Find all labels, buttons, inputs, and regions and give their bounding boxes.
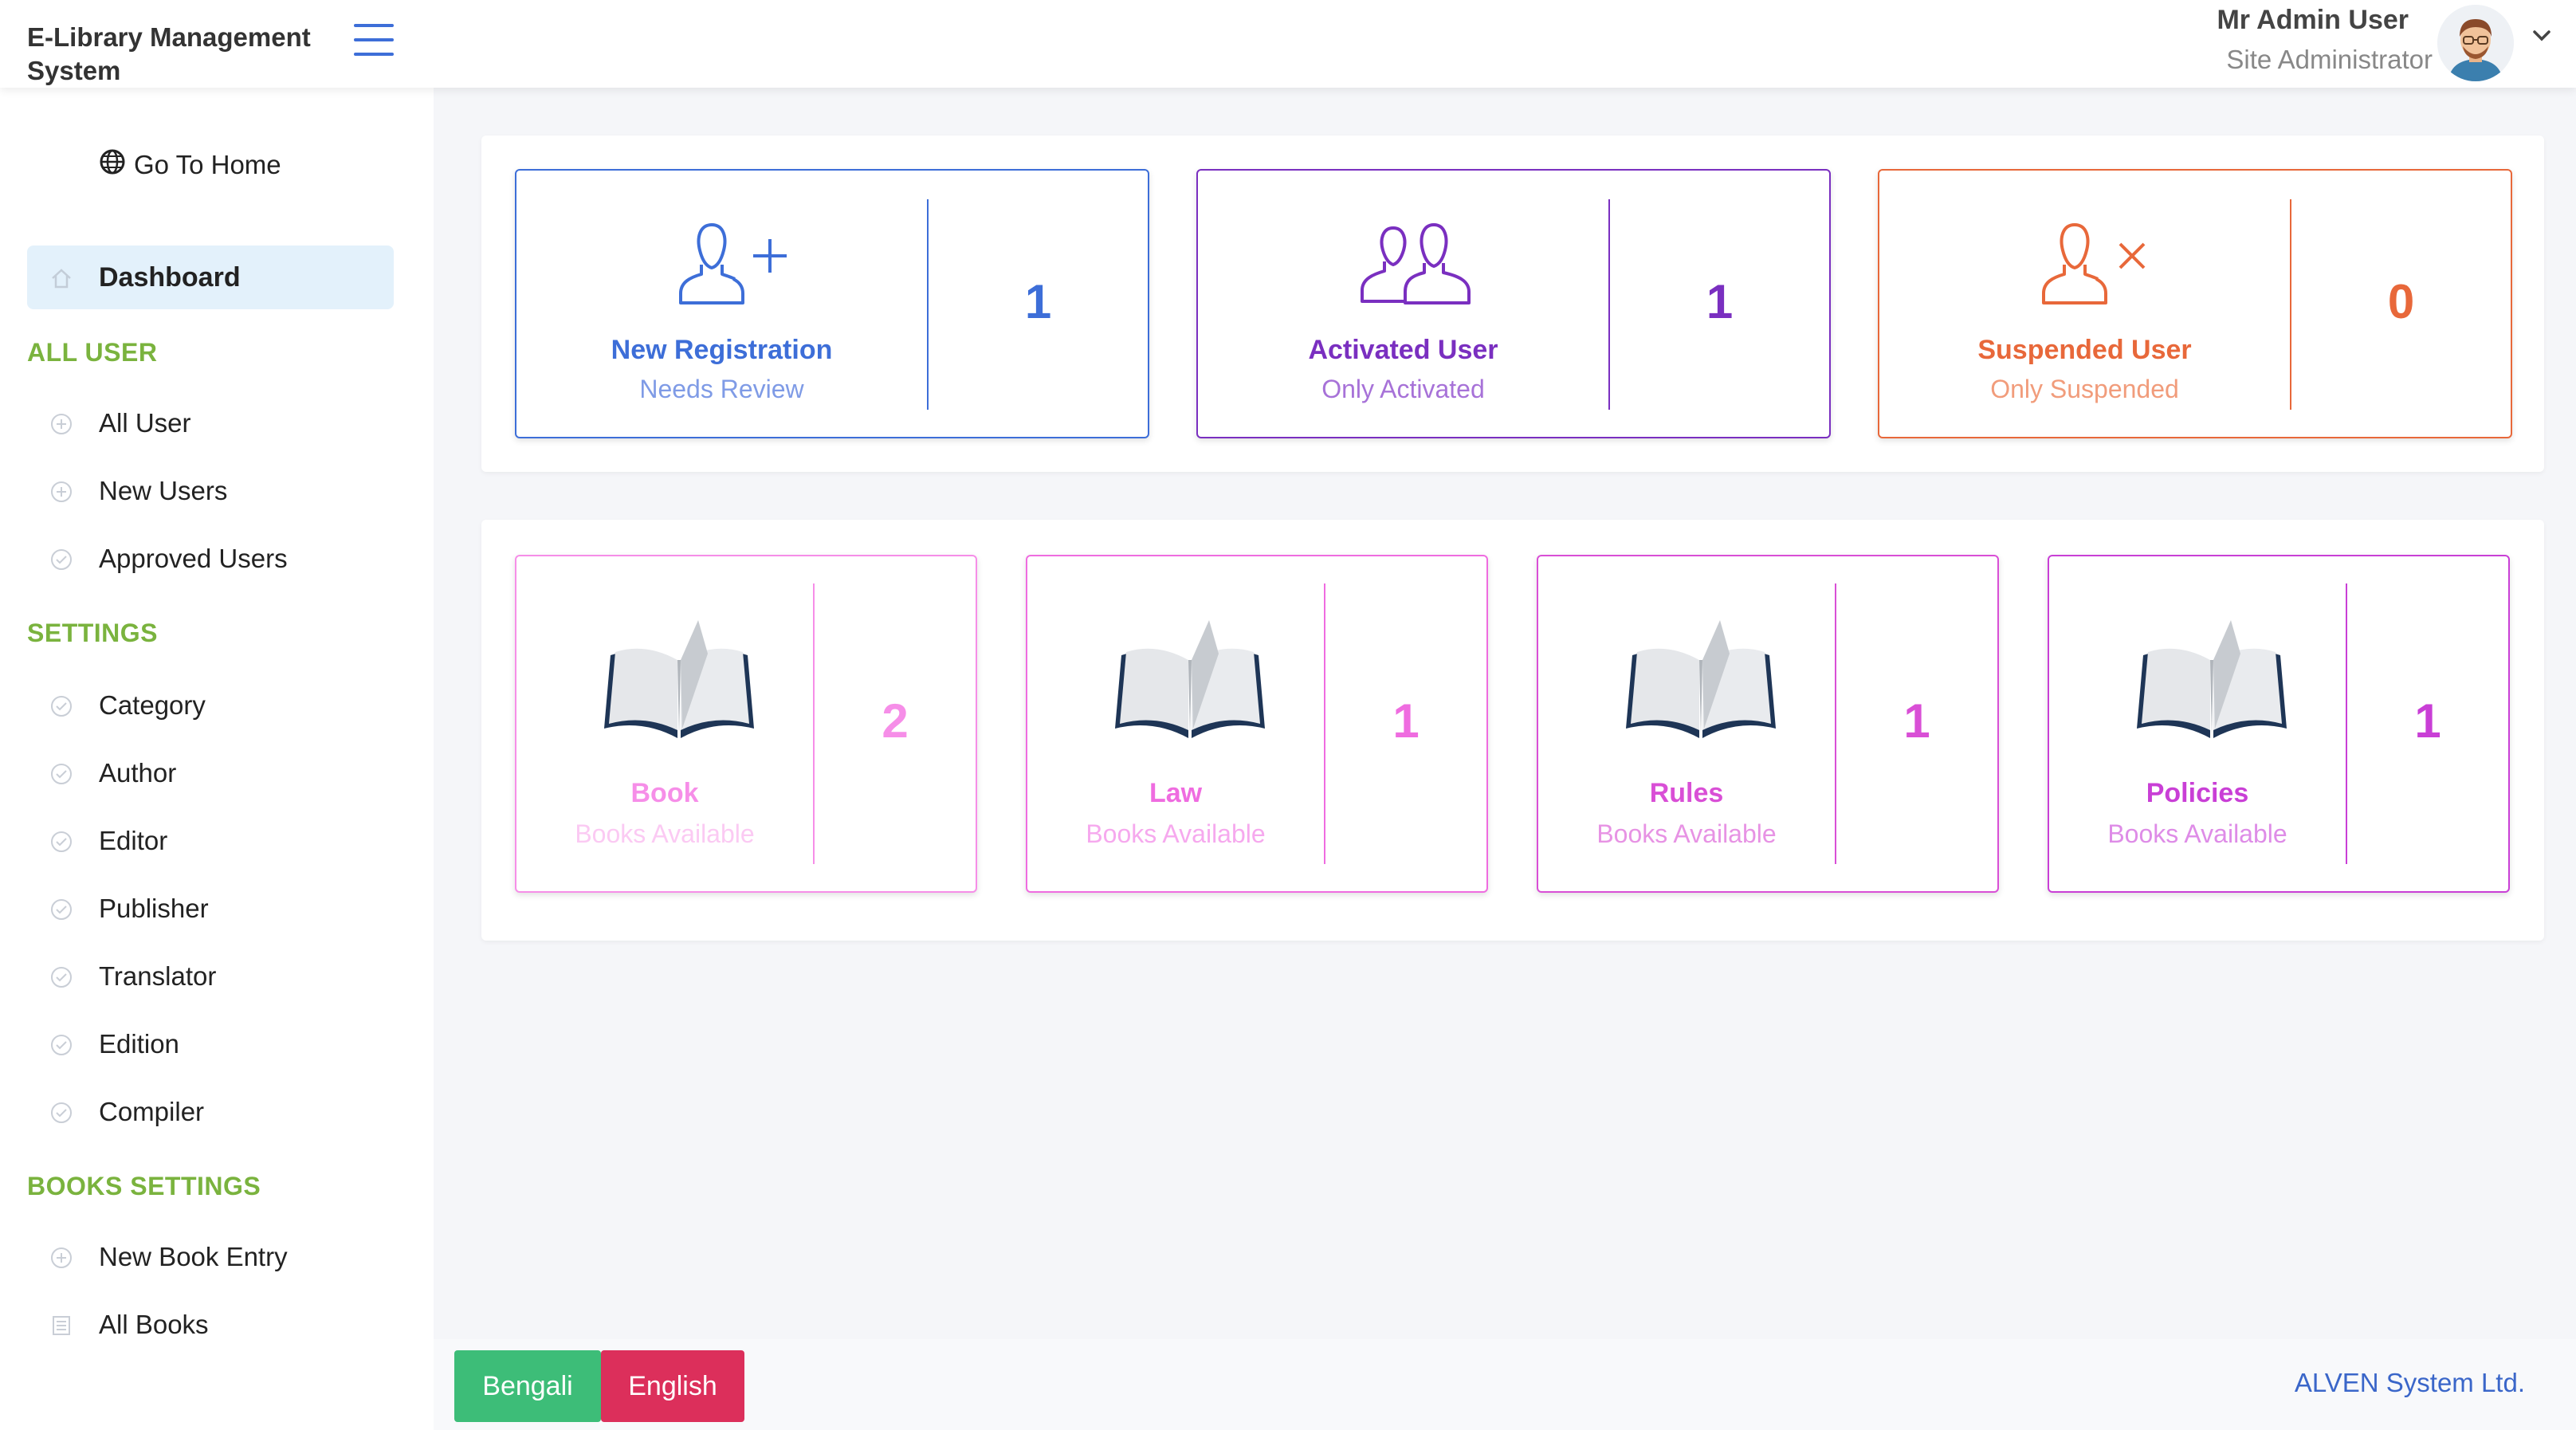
app-title: E-Library Management System <box>27 22 311 85</box>
sidebar-item-dashboard[interactable]: Dashboard <box>27 246 394 309</box>
plus-circle-icon <box>49 480 73 504</box>
suspended-user-subtitle: Only Suspended <box>1990 375 2179 403</box>
globe-icon <box>99 148 126 182</box>
list-icon <box>49 1314 73 1338</box>
check-circle-icon <box>49 898 73 921</box>
sidebar-item-label: All User <box>99 408 191 438</box>
sidebar-item-publisher[interactable]: Publisher <box>27 886 394 933</box>
suspended-user-count: 0 <box>2387 275 2415 328</box>
new-registration-title: New Registration <box>611 335 833 365</box>
sidebar-item-label: New Users <box>99 476 228 505</box>
new-registration-subtitle: Needs Review <box>639 375 804 403</box>
new-registration-count: 1 <box>1024 275 1052 328</box>
activated-user-title: Activated User <box>1308 335 1498 365</box>
book-count: 2 <box>882 694 909 748</box>
plus-circle-icon <box>49 412 73 436</box>
book-title: Book <box>630 778 699 808</box>
section-title-books-settings: BOOKS SETTINGS <box>27 1172 261 1200</box>
sidebar-item-label: Publisher <box>99 894 209 923</box>
open-book-icon <box>1110 617 1270 748</box>
sidebar-item-label: Translator <box>99 961 217 991</box>
book-subtitle: Books Available <box>575 819 755 848</box>
sidebar-item-new-book-entry[interactable]: New Book Entry <box>27 1234 394 1282</box>
open-book-icon <box>599 617 759 748</box>
sidebar-item-author[interactable]: Author <box>27 750 394 798</box>
user-stats-panel: 1 New Registration Needs Review 1 Activa… <box>481 136 2544 472</box>
sidebar: Go To Home Dashboard ALL USER All User N… <box>0 88 434 1430</box>
sidebar-item-label: Author <box>99 758 177 788</box>
sidebar-item-all-user[interactable]: All User <box>27 400 394 448</box>
sidebar-item-category[interactable]: Category <box>27 682 394 730</box>
footer-copyright: ALVEN System Ltd. <box>2294 1368 2525 1397</box>
suspended-user-title: Suspended User <box>1977 335 2192 365</box>
go-to-home-link[interactable]: Go To Home <box>99 148 281 182</box>
avatar[interactable] <box>2437 5 2514 81</box>
top-header: E-Library Management System Mr Admin Use… <box>0 0 2576 88</box>
bengali-button[interactable]: Bengali <box>454 1350 601 1422</box>
rules-card[interactable]: 1 Rules Books Available <box>1537 555 1999 893</box>
open-book-icon <box>1621 617 1781 748</box>
hamburger-menu-icon[interactable] <box>354 24 394 56</box>
home-icon <box>49 266 73 290</box>
law-title: Law <box>1149 778 1203 808</box>
sidebar-item-translator[interactable]: Translator <box>27 953 394 1001</box>
sidebar-item-label: New Book Entry <box>99 1242 288 1271</box>
rules-count: 1 <box>1903 694 1930 748</box>
sidebar-item-approved-users[interactable]: Approved Users <box>27 536 394 583</box>
policies-title: Policies <box>2146 778 2249 808</box>
section-title-all-user: ALL USER <box>27 338 158 367</box>
rules-subtitle: Books Available <box>1596 819 1777 848</box>
policies-card[interactable]: 1 Policies Books Available <box>2048 555 2510 893</box>
law-subtitle: Books Available <box>1086 819 1266 848</box>
sidebar-item-label: Approved Users <box>99 544 288 573</box>
check-circle-icon <box>49 694 73 718</box>
sidebar-item-edition[interactable]: Edition <box>27 1021 394 1069</box>
check-circle-icon <box>49 830 73 854</box>
check-circle-icon <box>49 548 73 572</box>
law-card[interactable]: 1 Law Books Available <box>1026 555 1488 893</box>
sidebar-item-label: Edition <box>99 1029 179 1059</box>
sidebar-item-label: Compiler <box>99 1097 205 1126</box>
sidebar-item-new-users[interactable]: New Users <box>27 468 394 516</box>
law-count: 1 <box>1392 694 1420 748</box>
section-title-settings: SETTINGS <box>27 619 159 647</box>
sidebar-item-compiler[interactable]: Compiler <box>27 1089 394 1137</box>
activated-user-count: 1 <box>1706 275 1734 328</box>
book-stats-panel: 2 Book Books Available 1 Law Books Avail… <box>481 520 2544 941</box>
sidebar-item-label: Category <box>99 690 206 720</box>
user-role: Site Administrator <box>2226 45 2433 74</box>
activated-user-subtitle: Only Activated <box>1321 375 1485 403</box>
new-registration-card[interactable]: 1 New Registration Needs Review <box>515 169 1149 438</box>
policies-subtitle: Books Available <box>2107 819 2287 848</box>
book-card[interactable]: 2 Book Books Available <box>515 555 977 893</box>
check-circle-icon <box>49 965 73 989</box>
open-book-icon <box>2132 617 2291 748</box>
user-x-icon <box>2039 215 2158 315</box>
sidebar-item-editor[interactable]: Editor <box>27 818 394 866</box>
user-plus-icon <box>676 215 795 315</box>
go-to-home-label: Go To Home <box>134 150 281 179</box>
sidebar-item-label: Editor <box>99 826 168 855</box>
rules-title: Rules <box>1649 778 1724 808</box>
suspended-user-card[interactable]: 0 Suspended User Only Suspended <box>1878 169 2512 438</box>
sidebar-item-label: Dashboard <box>99 261 241 293</box>
english-button[interactable]: English <box>601 1350 744 1422</box>
check-circle-icon <box>49 1101 73 1125</box>
sidebar-item-all-books[interactable]: All Books <box>27 1302 394 1349</box>
chevron-down-icon[interactable] <box>2530 24 2554 48</box>
user-name: Mr Admin User <box>2217 5 2409 35</box>
sidebar-item-label: All Books <box>99 1310 209 1339</box>
users-icon <box>1357 215 1477 315</box>
footer: Bengali English ALVEN System Ltd. <box>434 1339 2576 1430</box>
plus-circle-icon <box>49 1246 73 1270</box>
check-circle-icon <box>49 1033 73 1057</box>
policies-count: 1 <box>2414 694 2441 748</box>
activated-user-card[interactable]: 1 Activated User Only Activated <box>1196 169 1831 438</box>
check-circle-icon <box>49 762 73 786</box>
